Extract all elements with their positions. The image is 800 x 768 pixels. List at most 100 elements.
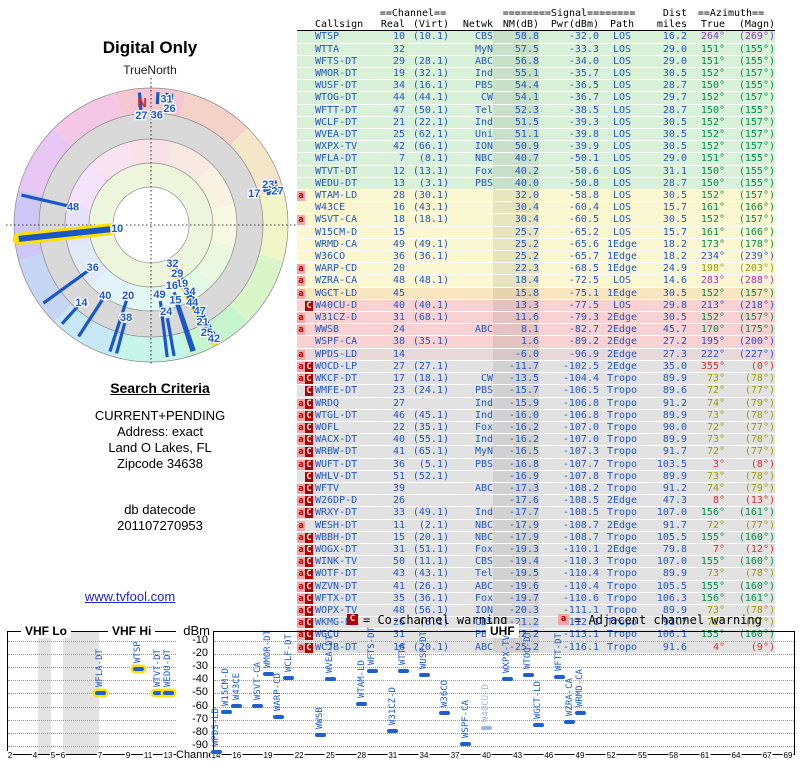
azimuth-group-header: ==Azimuth== <box>697 8 765 19</box>
azimuth-magn-cell: (77°) <box>725 519 775 532</box>
power-dbm-cell: -39.8 <box>539 128 599 142</box>
callsign-cell: WKCF-DT <box>315 372 377 386</box>
path-cell: LOS <box>599 128 645 142</box>
station-marker <box>501 677 513 682</box>
callsign-cell: W43CE <box>315 201 377 215</box>
real-channel-cell: 40 <box>377 299 405 313</box>
virtual-channel-cell: (40.1) <box>405 299 449 313</box>
azimuth-magn-cell: (157°) <box>725 189 775 203</box>
power-dbm-cell: -36.5 <box>539 79 599 93</box>
callsign-cell: WCLF-DT <box>315 116 377 130</box>
uhf-channel-tick: 19 <box>262 751 274 760</box>
station-marker-label: W36CO <box>439 679 450 707</box>
callsign-cell: WFLA-DT <box>315 152 377 166</box>
network-cell <box>449 335 493 349</box>
adjacent-warning-flag: a <box>297 459 305 470</box>
power-dbm-cell: -89.2 <box>539 335 599 349</box>
azimuth-true-cell: 151° <box>687 152 725 166</box>
spoke-channel-label: 27 <box>135 110 147 122</box>
station-marker <box>574 710 586 715</box>
col-magn: (Magn) <box>725 19 775 32</box>
azimuth-magn-cell: (157°) <box>725 91 775 105</box>
distance-cell: 105.5 <box>645 580 687 593</box>
real-channel-cell: 20 <box>377 262 405 276</box>
azimuth-true-cell: 222° <box>687 348 725 361</box>
nm-db-cell: 58.8 <box>493 30 539 44</box>
path-cell: LOS <box>599 30 645 44</box>
real-channel-cell: 41 <box>377 580 405 593</box>
power-dbm-cell: -107.3 <box>539 445 599 459</box>
nm-db-cell: 40.7 <box>493 152 539 166</box>
spoke-channel-label: 27 <box>271 186 283 198</box>
power-dbm-cell: -35.7 <box>539 67 599 81</box>
power-dbm-cell: -107.7 <box>539 458 599 471</box>
distance-cell: 15.7 <box>645 201 687 215</box>
gridline <box>214 719 794 721</box>
path-cell: LOS <box>599 274 645 288</box>
real-channel-cell: 26 <box>377 494 405 508</box>
distance-cell: 106.3 <box>645 592 687 605</box>
warning-flags: a <box>297 519 315 532</box>
co-channel-warning-flag: C <box>305 398 313 409</box>
station-marker <box>480 726 492 731</box>
nm-db-cell: -11.7 <box>493 360 539 374</box>
real-channel-cell: 23 <box>377 384 405 398</box>
station-marker <box>324 677 336 682</box>
callsign-cell: WRXY-DT <box>315 506 377 520</box>
virtual-channel-cell: (43.1) <box>405 201 449 215</box>
warning-flags: aC <box>297 433 315 447</box>
azimuth-magn-cell: (227°) <box>725 348 775 361</box>
db-datecode-label: db datecode <box>124 502 196 517</box>
virtual-channel-cell: (28.1) <box>405 55 449 69</box>
tvfool-link[interactable]: www.tvfool.com <box>55 589 205 604</box>
azimuth-magn-cell: (155°) <box>725 43 775 56</box>
path-cell: Tropo <box>599 531 645 544</box>
path-cell: LOS <box>599 79 645 93</box>
network-cell: Ind <box>449 506 493 520</box>
distance-cell: 91.7 <box>645 445 687 459</box>
station-marker <box>439 710 451 715</box>
real-channel-cell: 7 <box>377 152 405 166</box>
real-channel-cell: 40 <box>377 433 405 447</box>
station-marker-label: WUSF-DT <box>419 630 429 669</box>
station-row: WXPX-TV 42 (66.1) ION 50.9 -39.9 LOS 30.5 152° (1… <box>297 140 775 154</box>
real-channel-cell: 36 <box>377 250 405 264</box>
power-dbm-cell: -60.4 <box>539 201 599 215</box>
adjacent-warning-flag: a <box>297 593 305 604</box>
callsign-cell: WRDQ <box>315 397 377 410</box>
distance-cell: 24.9 <box>645 262 687 276</box>
network-cell: Ind <box>449 433 493 447</box>
path-cell: 2Edge <box>599 494 645 508</box>
warning-flags: a <box>297 213 315 227</box>
callsign-cell: WFTT-DT <box>315 104 377 117</box>
co-channel-warning-flag: C <box>305 532 313 543</box>
station-row: C WMFE-DT 23 (24.1) PBS -15.7 -106.5 Tropo 89.6 7… <box>297 384 775 398</box>
azimuth-magn-cell: (218°) <box>725 299 775 313</box>
station-marker <box>94 690 106 695</box>
adjacent-warning-flag: a <box>297 422 305 433</box>
station-marker-label: W43CE <box>231 672 242 701</box>
nm-db-cell: 22.3 <box>493 262 539 276</box>
callsign-cell: WTSP <box>315 30 377 44</box>
adjacent-warning-flag: a <box>297 435 305 446</box>
virtual-channel-cell: (27.1) <box>405 360 449 374</box>
station-row: C W40CU-D 40 (40.1) 13.3 -77.5 LOS 29.8 213° (218… <box>297 299 775 313</box>
spoke-channel-label: 14 <box>75 297 88 309</box>
station-row: WFTT-DT 47 (50.1) Tel 52.3 -38.5 LOS 28.7 150° (1… <box>297 104 775 117</box>
azimuth-magn-cell: (77°) <box>725 421 775 435</box>
spoke-channel-label: 48 <box>67 202 79 214</box>
azimuth-true-cell: 74° <box>687 482 725 496</box>
nm-db-cell: -19.5 <box>493 567 539 581</box>
co-channel-warning-flag: C <box>305 544 313 555</box>
vhf-channel-tick: 4 <box>31 751 39 760</box>
warning-flags <box>297 201 315 215</box>
virtual-channel-cell: (10.1) <box>405 30 449 44</box>
path-cell: LOS <box>599 189 645 203</box>
vhf-channel-tick: 7 <box>96 751 104 760</box>
adjacent-channel-warning-label: = Adjacent channel warning <box>574 613 762 627</box>
virtual-channel-cell: (32.1) <box>405 67 449 81</box>
adjacent-warning-flag: a <box>297 581 305 592</box>
virtual-channel-cell <box>405 43 449 56</box>
azimuth-true-cell: 155° <box>687 531 725 544</box>
virtual-channel-cell: (2.1) <box>405 519 449 532</box>
